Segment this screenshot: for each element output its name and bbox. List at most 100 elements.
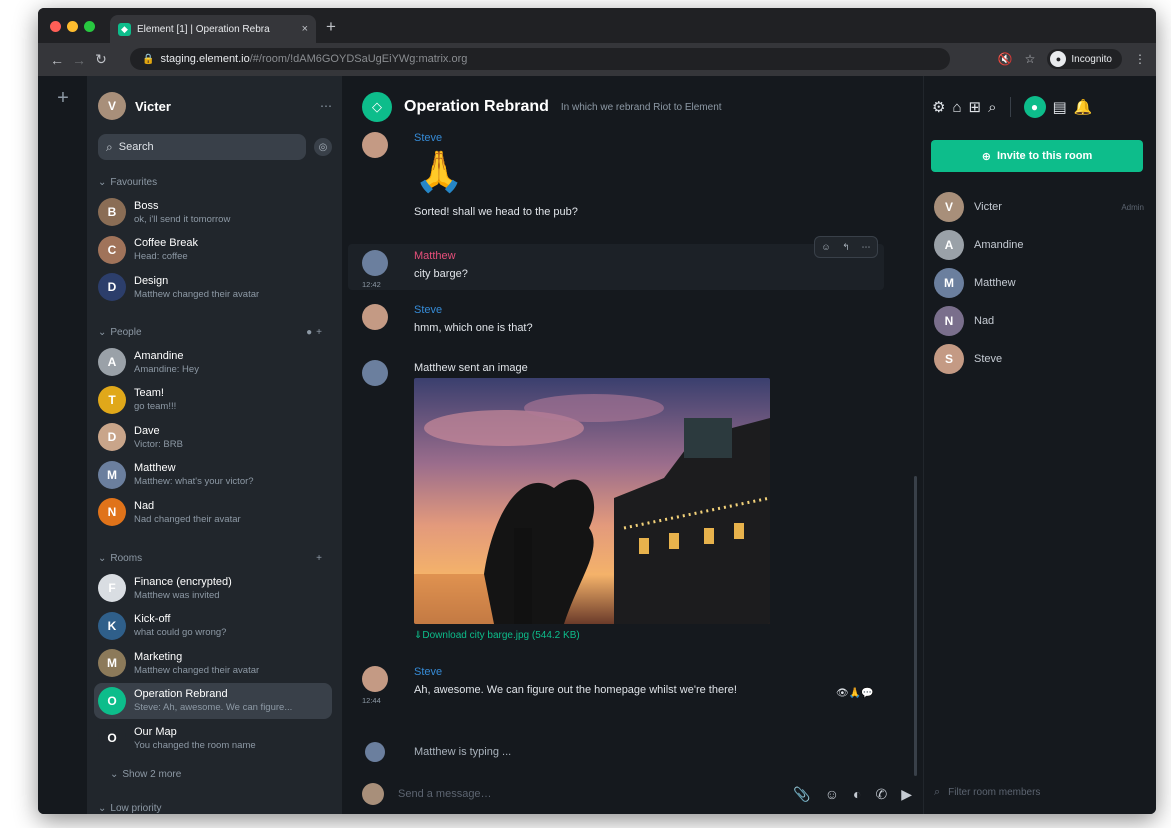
sender-avatar[interactable] [362,360,388,386]
search-label: Search [118,141,154,153]
room-name: Finance (encrypted) [134,575,232,588]
room-text: Nad Nad changed their avatar [134,500,332,525]
room-text: Operation Rebrand Steve: Ah, awesome. We … [134,688,332,713]
search-input[interactable]: ⌕ Search [98,134,306,160]
room-avatar: M [98,649,126,677]
member-avatar: N [934,306,964,336]
section-low-priority[interactable]: ⌄ Low priority [98,800,332,814]
video-call-icon[interactable]: ▶ [901,786,912,803]
search-room-icon[interactable]: ⌕ [988,99,996,116]
filter-members-input[interactable]: ⌕ Filter room members [934,786,1040,799]
message-input[interactable]: Send a message… [398,788,779,800]
room-last-message: go team!!! [134,401,177,412]
browser-tab[interactable]: ◆ Element [1] | Operation Rebra × [110,15,316,43]
room-title[interactable]: Operation Rebrand [404,98,549,116]
message-event[interactable]: 12:42 Matthew city barge? [362,250,902,290]
room-last-message: Head: coffee [134,251,188,262]
sunset-pub-image[interactable] [414,378,770,624]
sender-name[interactable]: Steve [414,304,854,316]
members-icon[interactable]: ● [1023,96,1046,118]
room-topic[interactable]: In which we rebrand Riot to Element [561,102,722,113]
user-menu[interactable]: V Victer ⋯ [98,92,332,120]
message-event[interactable]: 12:44 Steve Ah, awesome. We can figure o… [362,666,902,726]
sticker-icon[interactable]: ◐ [853,786,861,802]
room-text: Team! go team!!! [134,387,332,412]
room-list-item[interactable]: M Marketing Matthew changed their avatar [94,645,332,681]
room-list-item[interactable]: F Finance (encrypted) Matthew was invited [94,570,332,606]
sender-name[interactable]: Steve [414,666,854,678]
sender-avatar[interactable] [362,304,388,330]
room-avatar: O [98,724,126,752]
files-icon[interactable]: ▤ [1053,98,1067,116]
mute-icon[interactable]: 🔇 [998,52,1013,66]
room-avatar: F [98,574,126,602]
download-image-link[interactable]: ⇓Download city barge.jpg (544.2 KB) [414,630,580,641]
user-menu-icon[interactable]: ⋯ [320,99,332,113]
voice-call-icon[interactable]: ✆ [875,786,887,803]
room-list-item[interactable]: A Amandine Amandine: Hey [94,344,332,380]
member-list-item[interactable]: M Matthew [934,268,1144,298]
room-text: Matthew Matthew: what's your victor? [134,462,332,487]
message-event[interactable]: Steve hmm, which one is that? [362,304,902,344]
read-receipts[interactable]: 👁🙏💬 [836,688,874,699]
new-tab-button[interactable]: + [326,17,336,37]
explore-rooms-icon[interactable]: ◎ [314,138,332,156]
member-power-level: Admin [1121,202,1144,212]
member-list-item[interactable]: S Steve [934,344,1144,374]
room-list-item[interactable]: T Team! go team!!! [94,382,332,418]
add-room-icon[interactable]: + [316,553,322,564]
room-list-item[interactable]: N Nad Nad changed their avatar [94,494,332,530]
minimize-window-button[interactable] [67,21,78,32]
attachment-icon[interactable]: 📎 [793,786,810,803]
room-list-item[interactable]: O Operation Rebrand Steve: Ah, awesome. We… [94,682,332,719]
room-list-item[interactable]: C Coffee Break Head: coffee [94,232,332,268]
maximize-window-button[interactable] [84,21,95,32]
sender-avatar[interactable] [362,132,388,158]
member-list-item[interactable]: A Amandine [934,230,1144,260]
back-icon[interactable]: ← [46,52,68,68]
room-header: ◇ Operation Rebrand In which we rebrand … [362,92,912,122]
room-list-item[interactable]: M Matthew Matthew: what's your victor? [94,457,332,493]
sender-avatar[interactable] [362,250,388,276]
incognito-badge[interactable]: ● Incognito [1047,49,1122,69]
chevron-down-icon: ⌄ [98,802,107,814]
room-text: Kick-off what could go wrong? [134,613,332,638]
forward-icon[interactable]: → [68,52,90,68]
member-list-item[interactable]: V Victer Admin [934,192,1144,222]
close-window-button[interactable] [50,21,61,32]
people-options-icon[interactable]: ● [306,327,312,338]
section-rooms[interactable]: ⌄ Rooms + [98,550,332,566]
room-list-item[interactable]: D Design Matthew changed their avatar [94,269,332,305]
member-list-item[interactable]: N Nad [934,306,1144,336]
sender-name[interactable]: Matthew [414,250,854,262]
tab-close-icon[interactable]: × [302,23,308,35]
create-space-button[interactable]: + [51,86,75,110]
room-last-message: You changed the room name [134,739,256,751]
widgets-icon[interactable]: ⊞ [969,98,982,116]
invite-to-room-button[interactable]: ⊕ Invite to this room [931,140,1143,172]
room-info-icon[interactable]: ⌂ [952,99,961,116]
show-more-button[interactable]: ⌄ Show 2 more [110,766,344,782]
image-event[interactable]: Matthew sent an image ⇓Download city bar… [362,360,902,650]
room-list-item[interactable]: B Boss ok, i'll send it tomorrow [94,194,332,230]
room-list-item[interactable]: O Our Map You changed the room name [94,720,332,756]
room-avatar[interactable]: ◇ [362,92,392,122]
notifications-bell-icon[interactable]: 🔔 [1074,98,1093,116]
url-field[interactable]: 🔒 staging.element.io/#/room/!dAM6GOYDSaU… [130,48,950,70]
address-bar: ← → ↻ 🔒 staging.element.io/#/room/!dAM6G… [38,43,1156,76]
room-list-item[interactable]: D Dave Victor: BRB [94,419,332,455]
section-favourites[interactable]: ⌄ Favourites [98,174,332,190]
bookmark-star-icon[interactable]: ☆ [1025,52,1036,66]
sender-avatar[interactable] [362,666,388,692]
browser-menu-icon[interactable]: ⋮ [1134,52,1146,66]
settings-icon[interactable]: ⚙ [932,98,945,116]
section-people[interactable]: ⌄ People ● + [98,324,332,340]
emoji-icon[interactable]: ☺ [825,786,839,802]
sender-name[interactable]: Steve [414,132,854,144]
chevron-down-icon: ⌄ [98,326,107,338]
reload-icon[interactable]: ↻ [90,51,112,68]
room-list-item[interactable]: K Kick-off what could go wrong? [94,608,332,644]
timeline-scrollbar[interactable] [914,476,917,776]
add-person-icon[interactable]: + [316,327,322,338]
message-event[interactable]: Steve 🙏 Sorted! shall we head to the pub… [362,132,902,228]
